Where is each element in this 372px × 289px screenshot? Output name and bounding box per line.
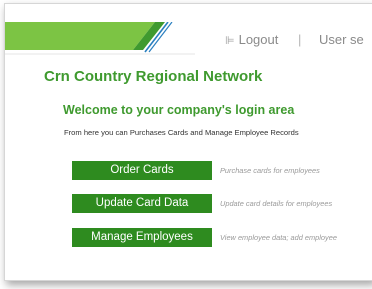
action-row-manage-employees: Manage Employees View employee data; add…	[72, 228, 337, 247]
action-row-update-card-data: Update Card Data Update card details for…	[72, 194, 332, 213]
page-frame: ⊫ Logout | User se Crn Country Regional N…	[4, 3, 372, 281]
order-cards-description: Purchase cards for employees	[220, 166, 320, 175]
action-row-order-cards: Order Cards Purchase cards for employees	[72, 161, 320, 180]
logout-link[interactable]: ⊫ Logout	[225, 32, 278, 47]
brand-banner	[5, 22, 195, 55]
update-card-data-button[interactable]: Update Card Data	[72, 194, 212, 213]
order-cards-button[interactable]: Order Cards	[72, 161, 212, 180]
network-title: Crn Country Regional Network	[44, 68, 263, 85]
banner-green-band	[5, 22, 155, 50]
welcome-heading: Welcome to your company's login area	[63, 103, 295, 117]
logout-label: Logout	[238, 32, 279, 47]
header-separator: |	[297, 32, 302, 47]
update-card-data-description: Update card details for employees	[220, 199, 333, 208]
manage-employees-button[interactable]: Manage Employees	[72, 228, 212, 247]
top-links: ⊫ Logout | User se	[225, 32, 364, 47]
intro-text: From here you can Purchases Cards and Ma…	[64, 128, 299, 137]
user-settings-link[interactable]: User se	[319, 32, 364, 47]
logout-icon: ⊫	[225, 35, 235, 47]
manage-employees-description: View employee data; add employee	[220, 233, 337, 242]
